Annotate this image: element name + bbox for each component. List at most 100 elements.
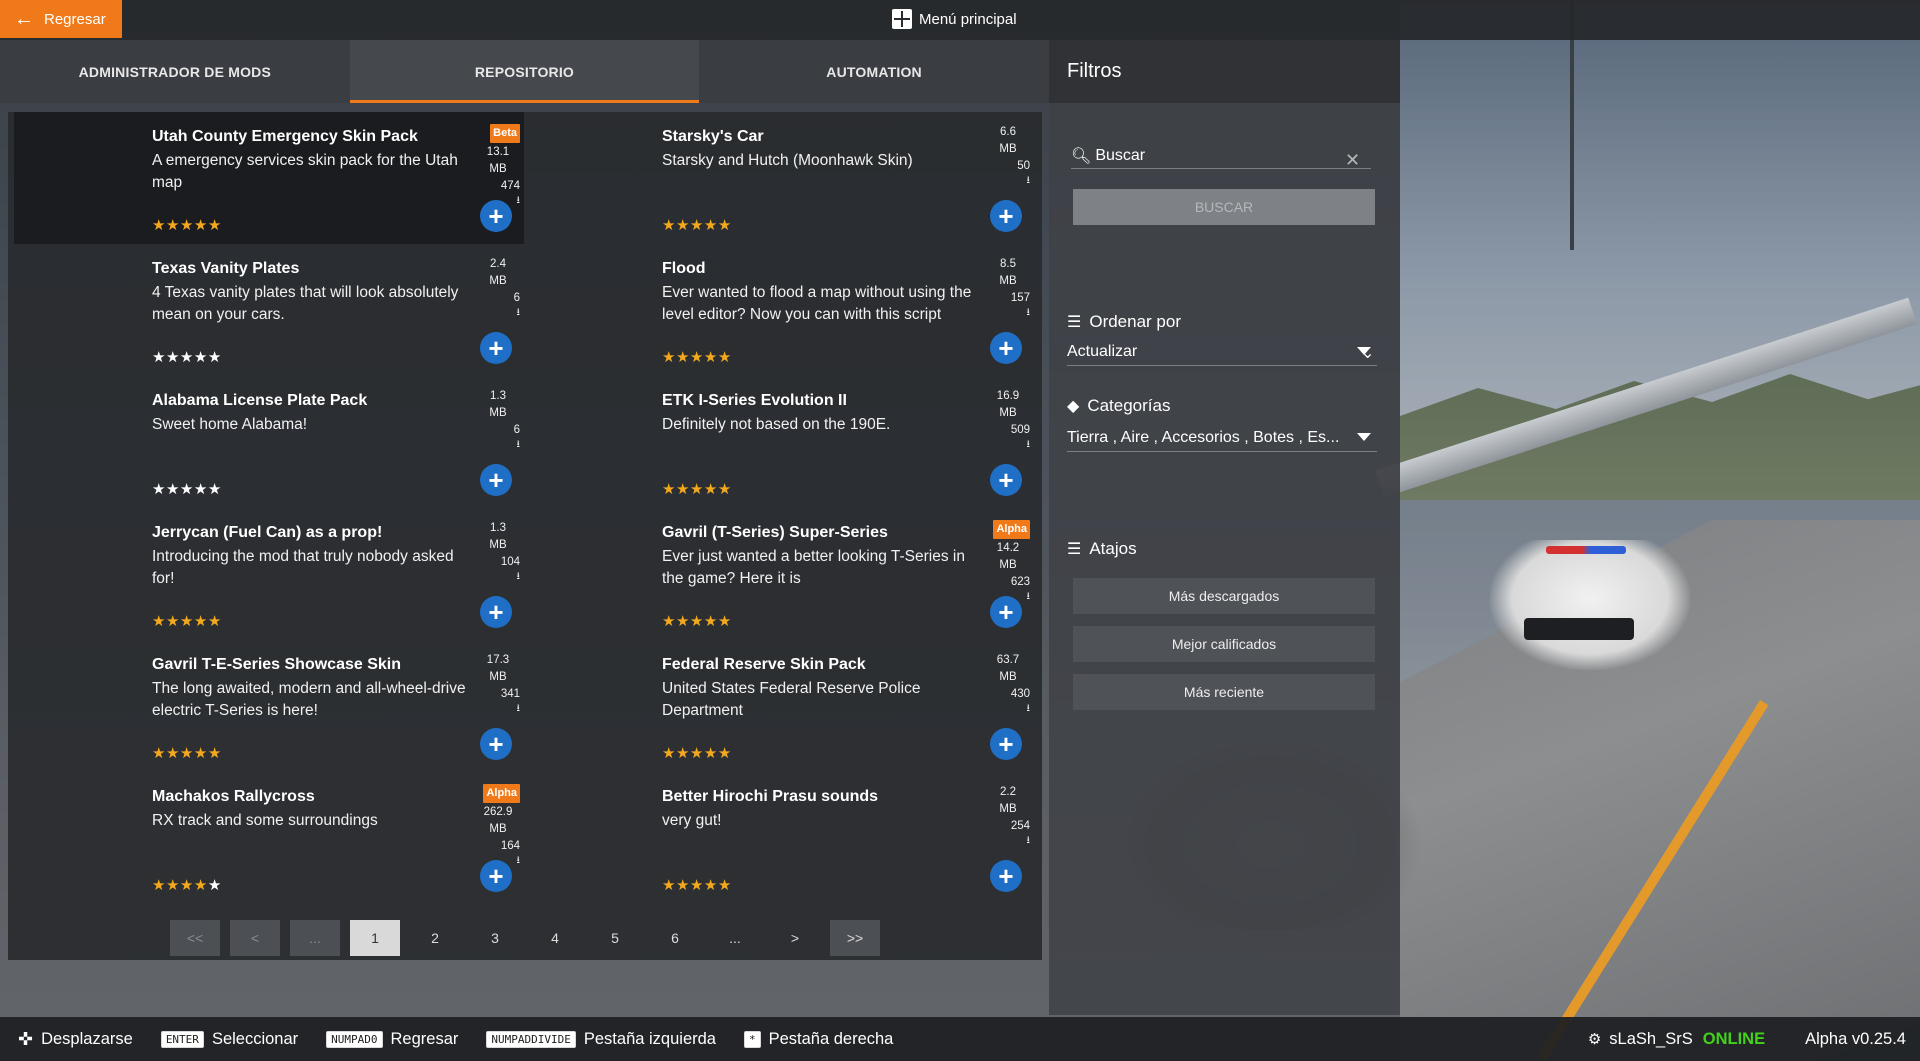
star-icon: ★ [675, 349, 690, 366]
star-icon: ★ [207, 877, 222, 894]
hint-label: Regresar [390, 1029, 459, 1048]
hint-navigate: ✜ Desplazarse [18, 1029, 133, 1050]
mod-meta: 1.3 MB 104 ⭳ [476, 520, 520, 583]
page-button[interactable]: < [230, 920, 280, 956]
most-downloaded-button[interactable]: Más descargados [1073, 578, 1375, 614]
star-icon: ★ [193, 481, 208, 498]
tab-bar: ADMINISTRADOR DE MODS REPOSITORIO AUTOMA… [0, 40, 1049, 103]
hint-select: ENTER Seleccionar [160, 1030, 298, 1049]
page-button[interactable]: > [770, 920, 820, 956]
top-rated-button[interactable]: Mejor calificados [1073, 626, 1375, 662]
star-icon: ★ [207, 349, 222, 366]
most-recent-button[interactable]: Más reciente [1073, 674, 1375, 710]
page-button[interactable]: << [170, 920, 220, 956]
page-button[interactable]: ... [290, 920, 340, 956]
mod-size-unit: MB [999, 803, 1017, 815]
add-mod-button[interactable]: + [480, 596, 512, 628]
add-mod-button[interactable]: + [990, 464, 1022, 496]
mod-rating: ★★★★★ [152, 612, 222, 630]
page-button[interactable]: ... [710, 920, 760, 956]
status-badge: Alpha [483, 784, 520, 803]
mod-card[interactable]: Starsky's Car Starsky and Hutch (Moonhawk… [524, 112, 1034, 244]
categories-label-text: Categorías [1087, 396, 1171, 415]
add-mod-button[interactable]: + [480, 464, 512, 496]
star-icon: ★ [179, 349, 194, 366]
tag-icon: ◆ [1067, 398, 1080, 415]
mod-rating: ★★★★★ [662, 876, 732, 894]
mod-card[interactable]: Alabama License Plate Pack Sweet home Ala… [14, 376, 524, 508]
mod-meta: 2.2 MB 254 ⭳ [986, 784, 1030, 847]
add-mod-button[interactable]: + [990, 332, 1022, 364]
dropdown-caret-icon [1357, 433, 1371, 441]
main-menu-icon [892, 9, 912, 29]
hint-label: Pestaña izquierda [583, 1029, 716, 1048]
mod-rating: ★★★★★ [152, 216, 222, 234]
mod-card[interactable]: Federal Reserve Skin Pack United States F… [524, 640, 1034, 772]
mod-card[interactable]: Jerrycan (Fuel Can) as a prop! Introducin… [14, 508, 524, 640]
add-mod-button[interactable]: + [990, 860, 1022, 892]
star-icon: ★ [689, 349, 704, 366]
star-icon: ★ [165, 877, 180, 894]
sort-select-value: Actualizar [1067, 342, 1138, 360]
mod-download-count: 164 [500, 840, 520, 852]
search-icon: 🔍︎ [1071, 147, 1092, 165]
chevron-down-icon[interactable]: ⌄ [1361, 343, 1374, 363]
star-icon: ★ [717, 217, 732, 234]
page-button[interactable]: >> [830, 920, 880, 956]
star-icon: ★ [165, 217, 180, 234]
add-mod-button[interactable]: + [480, 200, 512, 232]
mod-title: Starsky's Car [662, 128, 764, 145]
star-icon: ★ [703, 481, 718, 498]
tab-repository[interactable]: REPOSITORIO [349, 40, 700, 103]
mod-rating: ★★★★★ [662, 612, 732, 630]
download-icon: ⭳ [1026, 439, 1031, 450]
mod-card[interactable]: ETK I-Series Evolution II Definitely not … [524, 376, 1034, 508]
search-button[interactable]: BUSCAR [1073, 189, 1375, 225]
star-icon: ★ [703, 217, 718, 234]
sort-select[interactable]: Actualizar [1067, 338, 1377, 366]
add-mod-button[interactable]: + [480, 728, 512, 760]
download-icon: ⭳ [1026, 175, 1031, 186]
back-button[interactable]: ← Regresar [0, 0, 122, 38]
mod-meta: 6.6 MB 50 ⭳ [986, 124, 1030, 187]
add-mod-button[interactable]: + [990, 596, 1022, 628]
mod-rating: ★★★★★ [662, 216, 732, 234]
star-icon: ★ [689, 745, 704, 762]
dpad-icon: ✜ [18, 1028, 34, 1049]
add-mod-button[interactable]: + [480, 860, 512, 892]
star-icon: ★ [207, 745, 222, 762]
page-button[interactable]: 5 [590, 920, 640, 956]
mod-size-unit: MB [489, 671, 507, 683]
tab-label: REPOSITORIO [474, 63, 575, 80]
mod-description: RX track and some surroundings [152, 812, 378, 829]
mod-size: 1.3 [490, 522, 506, 534]
add-mod-button[interactable]: + [990, 200, 1022, 232]
mod-card[interactable]: Utah County Emergency Skin Pack A emergen… [14, 112, 524, 244]
page-button[interactable]: 6 [650, 920, 700, 956]
add-mod-button[interactable]: + [480, 332, 512, 364]
tab-mod-manager[interactable]: ADMINISTRADOR DE MODS [0, 40, 350, 103]
clear-search-icon[interactable]: ✕ [1345, 150, 1360, 171]
tab-automation[interactable]: AUTOMATION [699, 40, 1049, 103]
star-icon: ★ [689, 481, 704, 498]
page-button[interactable]: 1 [350, 920, 400, 956]
background-police-car [1490, 540, 1690, 670]
mod-download-count: 509 [1010, 424, 1030, 436]
mod-card[interactable]: Texas Vanity Plates 4 Texas vanity plates… [14, 244, 524, 376]
page-button[interactable]: 2 [410, 920, 460, 956]
mod-card[interactable]: Better Hirochi Prasu sounds very gut! ★★★★… [524, 772, 1034, 904]
main-menu-button[interactable]: Menú principal [892, 0, 1017, 38]
star-icon: ★ [662, 349, 676, 366]
categories-select[interactable]: Tierra , Aire , Accesorios , Botes , Es.… [1067, 424, 1377, 452]
page-button[interactable]: 4 [530, 920, 580, 956]
mod-card[interactable]: Gavril (T-Series) Super-Series Ever just … [524, 508, 1034, 640]
mod-title: Texas Vanity Plates [152, 260, 300, 277]
mod-card[interactable]: Flood Ever wanted to flood a map without … [524, 244, 1034, 376]
mod-size: 63.7 [996, 654, 1020, 666]
add-mod-button[interactable]: + [990, 728, 1022, 760]
page-button[interactable]: 3 [470, 920, 520, 956]
online-status: ONLINE [1702, 1029, 1766, 1048]
search-input[interactable]: 🔍︎ Buscar [1071, 143, 1371, 169]
mod-card[interactable]: Gavril T-E-Series Showcase Skin The long … [14, 640, 524, 772]
mod-card[interactable]: Machakos Rallycross RX track and some sur… [14, 772, 524, 904]
